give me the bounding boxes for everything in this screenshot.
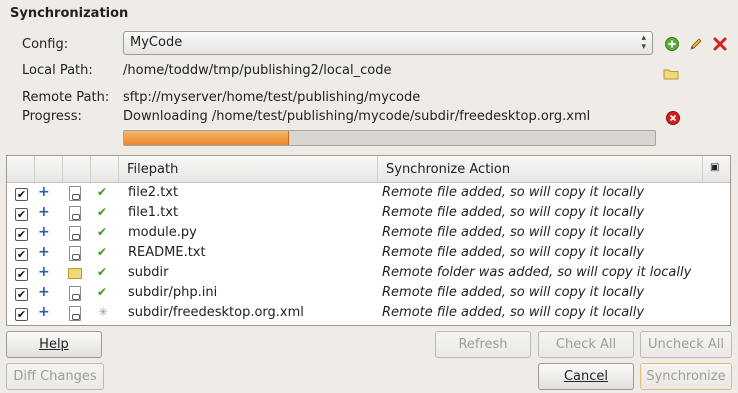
remote-path-value: sftp://myserver/home/test/publishing/myc…	[123, 90, 421, 105]
cancel-circle-icon[interactable]	[665, 110, 681, 126]
row-action: Remote folder was added, so will copy it…	[382, 265, 692, 280]
add-status-icon: +	[38, 304, 50, 320]
delete-x-icon[interactable]	[712, 36, 728, 52]
file-icon	[69, 306, 81, 321]
uncheck-all-button[interactable]: Uncheck All	[640, 331, 732, 358]
file-icon	[69, 226, 81, 241]
row-filepath: README.txt	[128, 245, 206, 260]
spinner-icon: ✳	[98, 305, 109, 319]
table-row[interactable]: ✔ + ✔ subdir/php.ini Remote file added, so w…	[7, 284, 730, 304]
check-ok-icon: ✔	[97, 225, 108, 239]
row-checkbox[interactable]: ✔	[15, 208, 28, 221]
row-action: Remote file added, so will copy it local…	[382, 245, 645, 260]
add-status-icon: +	[38, 224, 50, 240]
add-status-icon: +	[38, 204, 50, 220]
row-action: Remote file added, so will copy it local…	[382, 305, 645, 320]
add-status-icon: +	[38, 244, 50, 260]
col-status-header[interactable]	[35, 156, 63, 182]
check-ok-icon: ✔	[97, 285, 108, 299]
column-chooser-icon[interactable]: ▣	[703, 156, 730, 182]
row-action: Remote file added, so will copy it local…	[382, 225, 645, 240]
config-label: Config:	[22, 37, 69, 52]
folder-icon	[68, 268, 82, 279]
row-filepath: subdir/freedesktop.org.xml	[128, 305, 304, 320]
row-checkbox[interactable]: ✔	[15, 288, 28, 301]
table-row[interactable]: ✔ + ✔ subdir Remote folder was added, so wil…	[7, 264, 730, 284]
col-filepath-header[interactable]: Filepath	[119, 156, 378, 182]
row-filepath: subdir/php.ini	[128, 285, 218, 300]
row-action: Remote file added, so will copy it local…	[382, 185, 645, 200]
table-row[interactable]: ✔ + ✔ file1.txt Remote file added, so will c…	[7, 204, 730, 224]
section-title: Synchronization	[10, 6, 129, 21]
col-state-header[interactable]	[91, 156, 119, 182]
table-row[interactable]: ✔ + ✳ subdir/freedesktop.org.xml Remote file…	[7, 304, 730, 324]
row-checkbox[interactable]: ✔	[15, 268, 28, 281]
row-action: Remote file added, so will copy it local…	[382, 285, 645, 300]
progress-status: Downloading /home/test/publishing/mycode…	[123, 109, 591, 124]
col-filepath-label: Filepath	[127, 162, 179, 177]
progress-label: Progress:	[22, 109, 82, 124]
progress-bar-fill	[124, 131, 289, 145]
row-filepath: module.py	[128, 225, 197, 240]
table-header: Filepath Synchronize Action ▣	[7, 156, 730, 183]
diff-changes-button[interactable]: Diff Changes	[6, 363, 104, 390]
col-action-header[interactable]: Synchronize Action	[378, 156, 703, 182]
check-ok-icon: ✔	[97, 205, 108, 219]
file-table: Filepath Synchronize Action ▣ ✔ + ✔ file2.t…	[6, 155, 731, 326]
add-status-icon: +	[38, 264, 50, 280]
file-icon	[69, 186, 81, 201]
help-button[interactable]: Help	[6, 331, 102, 358]
synchronize-button[interactable]: Synchronize	[640, 363, 732, 390]
select-arrows-icon: ▴ ▾	[641, 33, 646, 52]
config-select[interactable]: MyCode ▴ ▾	[123, 31, 653, 55]
row-filepath: file1.txt	[128, 205, 179, 220]
row-checkbox[interactable]: ✔	[15, 188, 28, 201]
col-action-label: Synchronize Action	[386, 162, 511, 177]
table-row[interactable]: ✔ + ✔ module.py Remote file added, so will c…	[7, 224, 730, 244]
cancel-button[interactable]: Cancel	[538, 363, 634, 390]
col-type-header[interactable]	[63, 156, 91, 182]
col-check-header[interactable]	[7, 156, 35, 182]
row-checkbox[interactable]: ✔	[15, 248, 28, 261]
row-checkbox[interactable]: ✔	[15, 308, 28, 321]
local-path-label: Local Path:	[22, 63, 93, 78]
row-filepath: file2.txt	[128, 185, 179, 200]
add-status-icon: +	[38, 284, 50, 300]
check-all-button[interactable]: Check All	[538, 331, 634, 358]
add-status-icon: +	[38, 184, 50, 200]
refresh-button[interactable]: Refresh	[435, 331, 531, 358]
file-icon	[69, 206, 81, 221]
local-path-value: /home/toddw/tmp/publishing2/local_code	[123, 63, 392, 78]
edit-pencil-icon[interactable]	[688, 36, 704, 52]
file-icon	[69, 286, 81, 301]
file-icon	[69, 246, 81, 261]
table-row[interactable]: ✔ + ✔ file2.txt Remote file added, so will c…	[7, 184, 730, 204]
check-ok-icon: ✔	[97, 185, 108, 199]
check-ok-icon: ✔	[97, 245, 108, 259]
table-row[interactable]: ✔ + ✔ README.txt Remote file added, so will …	[7, 244, 730, 264]
row-action: Remote file added, so will copy it local…	[382, 205, 645, 220]
row-checkbox[interactable]: ✔	[15, 228, 28, 241]
check-ok-icon: ✔	[97, 265, 108, 279]
folder-icon[interactable]	[663, 66, 679, 82]
config-select-value: MyCode	[130, 35, 183, 50]
progress-bar	[123, 130, 656, 146]
remote-path-label: Remote Path:	[22, 90, 110, 105]
add-icon[interactable]	[664, 36, 680, 52]
row-filepath: subdir	[128, 265, 169, 280]
